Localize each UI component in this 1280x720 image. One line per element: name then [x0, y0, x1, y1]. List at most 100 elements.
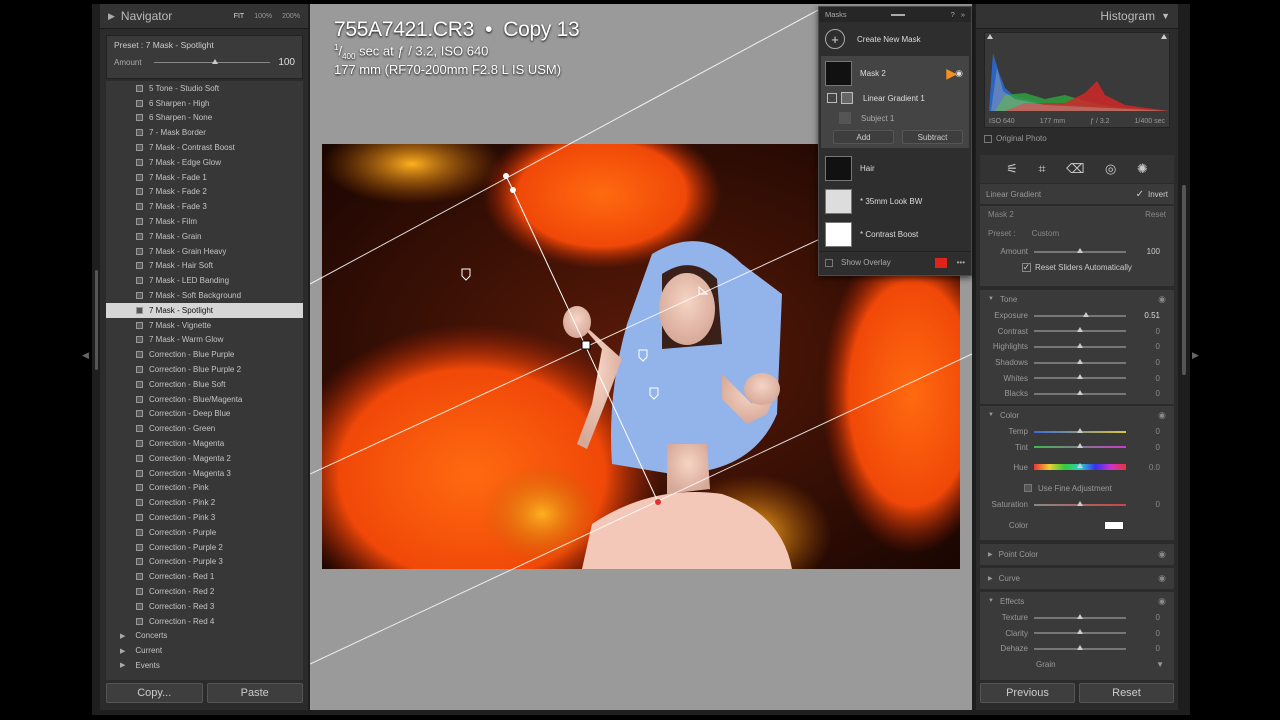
- mask-2-row[interactable]: Mask 2 ▶ ◉: [821, 58, 969, 88]
- add-button[interactable]: Add: [833, 130, 894, 144]
- preset-item[interactable]: Correction - Magenta: [106, 436, 303, 451]
- preset-item[interactable]: Correction - Red 2: [106, 584, 303, 599]
- slider-value[interactable]: 0: [1126, 443, 1160, 452]
- slider-value[interactable]: 0: [1126, 613, 1160, 622]
- slider-thumb[interactable]: [1077, 389, 1083, 395]
- slider-value[interactable]: 0: [1126, 342, 1160, 351]
- preset-item[interactable]: Correction - Pink 2: [106, 495, 303, 510]
- slider-value[interactable]: 0: [1126, 374, 1160, 383]
- right-scrollbar[interactable]: [1182, 185, 1186, 375]
- pin-icon[interactable]: [461, 268, 471, 281]
- show-overlay-label[interactable]: Show Overlay: [841, 258, 891, 267]
- paste-button[interactable]: Paste: [206, 683, 303, 703]
- preset-item[interactable]: 7 - Mask Border: [106, 125, 303, 140]
- slider-track[interactable]: [1034, 629, 1126, 635]
- mask-name[interactable]: Mask 2: [860, 69, 886, 78]
- preset-select[interactable]: Custom: [1032, 229, 1060, 238]
- preset-item[interactable]: 7 Mask - Edge Glow: [106, 155, 303, 170]
- preset-item[interactable]: 7 Mask - Warm Glow: [106, 333, 303, 348]
- mask-reset-link[interactable]: Reset: [1145, 210, 1166, 219]
- expand-triangle-icon[interactable]: ▶: [108, 11, 115, 22]
- slider-value[interactable]: 0: [1126, 644, 1160, 653]
- preset-item[interactable]: Correction - Red 3: [106, 599, 303, 614]
- slider-value[interactable]: 0: [1126, 389, 1160, 398]
- right-panel-toggle-icon[interactable]: ▶: [1192, 350, 1199, 361]
- red-eye-icon[interactable]: ◎: [1105, 161, 1116, 177]
- slider-track[interactable]: [1034, 613, 1126, 619]
- slider-thumb[interactable]: [1077, 443, 1083, 449]
- eye-icon[interactable]: ◉: [1158, 573, 1166, 584]
- slider-thumb[interactable]: [1077, 358, 1083, 364]
- preset-item[interactable]: 7 Mask - Soft Background: [106, 288, 303, 303]
- preset-folder[interactable]: ▶ Current: [106, 643, 303, 658]
- drag-handle-icon[interactable]: [890, 13, 905, 16]
- slider-thumb[interactable]: [1077, 500, 1083, 506]
- subject-label[interactable]: Subject 1: [861, 114, 894, 123]
- preset-item[interactable]: Correction - Purple 2: [106, 540, 303, 555]
- slider-track[interactable]: [1034, 443, 1126, 449]
- color-header[interactable]: ▼ Color ◉: [980, 406, 1174, 424]
- slider-value[interactable]: 0.0: [1126, 463, 1160, 472]
- preset-item[interactable]: Correction - Blue/Magenta: [106, 392, 303, 407]
- slider-thumb[interactable]: [1077, 613, 1083, 619]
- masking-icon[interactable]: ✺: [1137, 161, 1148, 177]
- original-photo-checkbox[interactable]: [984, 134, 992, 143]
- fine-adjust-label[interactable]: Use Fine Adjustment: [1038, 484, 1112, 493]
- mask-name[interactable]: Hair: [860, 164, 875, 173]
- expand-triangle-icon[interactable]: ▶: [120, 632, 125, 640]
- preset-item[interactable]: 6 Sharpen - High: [106, 96, 303, 111]
- 35mm-look-row[interactable]: * 35mm Look BW: [819, 185, 971, 218]
- slider-thumb[interactable]: [1077, 644, 1083, 650]
- help-icon[interactable]: ?: [951, 10, 955, 19]
- zoom-fit[interactable]: FIT: [234, 13, 245, 20]
- previous-button[interactable]: Previous: [980, 683, 1075, 703]
- pin-icon[interactable]: [649, 387, 659, 400]
- overlay-color-swatch[interactable]: [934, 257, 947, 268]
- preset-item[interactable]: 7 Mask - Fade 2: [106, 185, 303, 200]
- slider-value[interactable]: 0: [1126, 629, 1160, 638]
- preset-item[interactable]: Correction - Blue Purple: [106, 347, 303, 362]
- preset-item[interactable]: 7 Mask - Grain: [106, 229, 303, 244]
- gradient-handle-bottom[interactable]: [655, 499, 661, 505]
- preset-item[interactable]: 7 Mask - Fade 3: [106, 199, 303, 214]
- original-photo-label[interactable]: Original Photo: [996, 134, 1047, 143]
- eye-icon[interactable]: ◉: [955, 68, 963, 79]
- histogram[interactable]: ISO 640 177 mm ƒ / 3.2 1/400 sec: [984, 32, 1170, 128]
- pin-icon[interactable]: [638, 349, 648, 362]
- slider-track[interactable]: [1034, 374, 1126, 380]
- plus-icon[interactable]: +: [825, 29, 845, 49]
- create-mask-label[interactable]: Create New Mask: [857, 35, 921, 44]
- slider-track[interactable]: [1034, 327, 1126, 333]
- preset-item[interactable]: 6 Sharpen - None: [106, 111, 303, 126]
- reset-auto-checkbox[interactable]: ✓: [1022, 262, 1031, 272]
- dropdown-icon[interactable]: ▼: [1156, 660, 1164, 669]
- point-color-section[interactable]: ▶ Point Color ◉: [980, 544, 1174, 565]
- slider-track[interactable]: [1034, 311, 1126, 317]
- preset-item[interactable]: Correction - Magenta 2: [106, 451, 303, 466]
- invert-label[interactable]: Invert: [1148, 190, 1168, 199]
- gradient-center-pin[interactable]: [581, 340, 591, 350]
- reset-button[interactable]: Reset: [1079, 683, 1174, 703]
- slider-thumb[interactable]: [1082, 311, 1089, 317]
- preset-item[interactable]: Correction - Pink 3: [106, 510, 303, 525]
- linear-gradient-label[interactable]: Linear Gradient 1: [863, 94, 925, 103]
- slider-value[interactable]: 0: [1126, 327, 1160, 336]
- crop-icon[interactable]: ⌗: [1038, 161, 1045, 177]
- more-icon[interactable]: •••: [957, 258, 965, 267]
- gradient-handle-top[interactable]: [510, 187, 516, 193]
- preset-item[interactable]: Correction - Deep Blue: [106, 407, 303, 422]
- slider-thumb[interactable]: [1077, 374, 1083, 380]
- tone-header[interactable]: ▼ Tone ◉: [980, 290, 1174, 308]
- mask-name[interactable]: * Contrast Boost: [860, 230, 918, 239]
- preset-item[interactable]: 7 Mask - Grain Heavy: [106, 244, 303, 259]
- eye-icon[interactable]: ◉: [1158, 549, 1166, 560]
- slider-value[interactable]: 0: [1126, 358, 1160, 367]
- color-swatch[interactable]: [1104, 521, 1124, 531]
- preset-folder[interactable]: ▶ Events: [106, 658, 303, 673]
- hair-row[interactable]: Hair: [819, 152, 971, 185]
- fine-adjust-checkbox[interactable]: [1024, 484, 1032, 493]
- rotate-handle[interactable]: [503, 173, 509, 179]
- expand-triangle-icon[interactable]: ▶: [120, 647, 125, 655]
- slider-value[interactable]: 0.51: [1126, 311, 1160, 320]
- healing-icon[interactable]: ⌫: [1066, 161, 1084, 177]
